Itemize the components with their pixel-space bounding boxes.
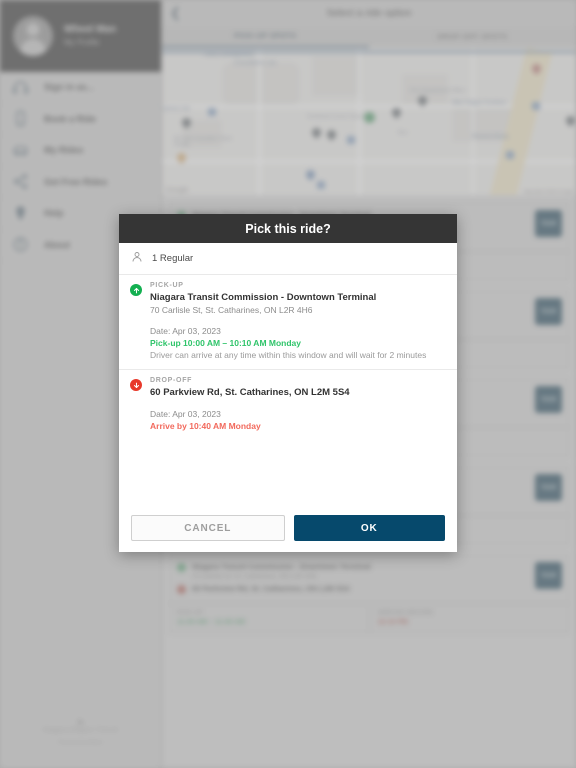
info-circle-icon [9, 234, 31, 256]
user-avatar-icon [13, 16, 53, 56]
sidebar-item-label: About [44, 239, 70, 250]
arrow-up-circle-icon [130, 284, 142, 296]
ride-action-button[interactable]: TOUR [535, 386, 562, 413]
pickup-date: Date: Apr 03, 2023 [150, 326, 221, 336]
map-label: Phoenix Rising [472, 134, 509, 140]
tab-drop-off-spots[interactable]: DROP-OFF SPOTS [369, 26, 576, 48]
sidebar-item-get-free-rides[interactable]: Get Free Rides [0, 167, 161, 198]
ride-action-button[interactable]: TOUR [535, 474, 562, 501]
map-view[interactable]: Gray & Montgomery Consultation Law Liber… [162, 48, 576, 195]
map-pin[interactable] [564, 114, 576, 129]
brand-name: Niagara Region Transit [42, 727, 119, 734]
ride-action-button[interactable]: TOUR [535, 298, 562, 325]
share-icon [9, 171, 31, 193]
sidebar-item-label: My Rides [44, 145, 84, 156]
map-pin[interactable] [530, 62, 543, 77]
map-marker-selected[interactable] [364, 112, 375, 123]
cancel-button[interactable]: CANCEL [131, 515, 285, 541]
map-label: Consultation Law [234, 60, 277, 66]
location-pin-icon [9, 202, 31, 224]
app-header: ❮ Select a ride option [162, 0, 576, 26]
map-label: Mc Neil Canadian Team Realty [174, 136, 233, 148]
sidebar-item-label: Sign in as... [44, 82, 95, 93]
pick-ride-dialog[interactable]: Pick this ride? 1 Regular PICK-UP Niagar… [119, 214, 457, 552]
sidebar-item-book-a-ride[interactable]: Book a Ride [0, 104, 161, 135]
dropoff-dot-icon [177, 585, 186, 594]
pickup-window: Pick-up 10:00 AM – 10:10 AM Monday [150, 338, 301, 348]
map-pin[interactable] [390, 106, 403, 121]
profile-header[interactable]: Wheel Man My Profile [0, 0, 161, 72]
map-label: Fire Department Office [410, 88, 466, 94]
pickup-leg: PICK-UP Niagara Transit Commission - Dow… [119, 275, 457, 369]
sidebar-item-label: Get Free Rides [44, 176, 108, 187]
profile-name: Wheel Man [64, 24, 117, 35]
arrive-label: ARRIVES BEFORE [377, 610, 434, 616]
google-attribution: Google [166, 187, 189, 194]
map-label: Liberty Call [162, 106, 190, 112]
brand-logo: ➤ Niagara Region Transit Powered by Blai… [0, 715, 161, 746]
pickup-address: 70 Carlisle St, St. Catharines, ON L2R 4… [192, 573, 317, 580]
map-pin[interactable] [175, 151, 188, 166]
pickup-name: Niagara Transit Commission - Downtown Te… [192, 562, 371, 571]
pickup-label: PICK UP [177, 610, 203, 616]
chevron-left-icon[interactable]: ❮ [170, 5, 181, 21]
tab-pick-up-spots[interactable]: PICK-UP SPOTS [162, 26, 369, 48]
map-pin[interactable] [304, 168, 317, 183]
arrow-down-circle-icon [130, 379, 142, 391]
map-label: Onehand Corner Express [307, 114, 370, 120]
sidebar-item-label: Book a Ride [44, 113, 97, 124]
dialog-body: 1 Regular PICK-UP Niagara Transit Commis… [119, 243, 457, 504]
ok-button[interactable]: OK [293, 515, 445, 541]
pickup-kind-label: PICK-UP [150, 282, 184, 289]
pickup-location-address: 70 Carlisle St, St. Catharines, ON L2R 4… [150, 305, 313, 315]
headset-icon [9, 76, 31, 98]
dropoff-date: Date: Apr 03, 2023 [150, 409, 221, 419]
page-title: Select a ride option [326, 7, 412, 19]
dialog-title: Pick this ride? [119, 214, 457, 243]
profile-subtitle: My Profile [64, 38, 100, 47]
sidebar-item-sign-in[interactable]: Sign in as... [0, 72, 161, 104]
brand-mark-icon: ➤ [75, 715, 86, 729]
passenger-count: 1 Regular [152, 253, 194, 264]
dropoff-location-name: 60 Parkview Rd, St. Catharines, ON L2M 5… [150, 387, 350, 398]
mobile-phone-icon [9, 108, 31, 130]
brand-tagline: Powered by Blaise [57, 740, 104, 746]
pickup-note: Driver can arrive at any time within thi… [150, 350, 427, 360]
map-pin[interactable] [180, 116, 193, 131]
app-root: Wheel Man My Profile Sign in as... Book … [0, 0, 576, 768]
dropoff-kind-label: DROP-OFF [150, 377, 193, 384]
ride-action-button[interactable]: TOUR [535, 562, 562, 589]
map-label: Gray & Montgomery [204, 52, 254, 58]
map-credit: Map data ©2023 Google [523, 189, 573, 194]
map-label: Bus [398, 130, 408, 136]
dialog-actions: CANCEL OK [119, 504, 457, 552]
dropoff-leg: DROP-OFF 60 Parkview Rd, St. Catharines,… [119, 369, 457, 440]
ride-action-button[interactable]: TOUR [535, 210, 562, 237]
pickup-location-name: Niagara Transit Commission - Downtown Te… [150, 292, 377, 303]
pickup-dot-icon [177, 563, 186, 572]
sidebar-item-label: Help [44, 208, 64, 219]
ride-card[interactable]: TOUR Niagara Transit Commission - Downto… [168, 553, 570, 634]
person-outline-icon [131, 251, 143, 266]
map-pin[interactable] [416, 94, 429, 109]
map-label: Mike Flagg's Furniture [452, 100, 507, 106]
arrive-time: 12:10 PM [377, 619, 408, 626]
car-icon [9, 139, 31, 161]
map-pin[interactable] [325, 128, 338, 143]
pickup-window: 11:30 AM – 11:40 AM [177, 619, 245, 626]
dropoff-window: Arrive by 10:40 AM Monday [150, 421, 261, 431]
passenger-summary: 1 Regular [119, 243, 457, 275]
dropoff-name: 60 Parkview Rd, St. Catharines, ON L2M 5… [192, 584, 350, 593]
map-pin[interactable] [310, 126, 323, 141]
sidebar-item-my-rides[interactable]: My Rides [0, 135, 161, 167]
tab-bar[interactable]: PICK-UP SPOTS DROP-OFF SPOTS [162, 26, 576, 48]
